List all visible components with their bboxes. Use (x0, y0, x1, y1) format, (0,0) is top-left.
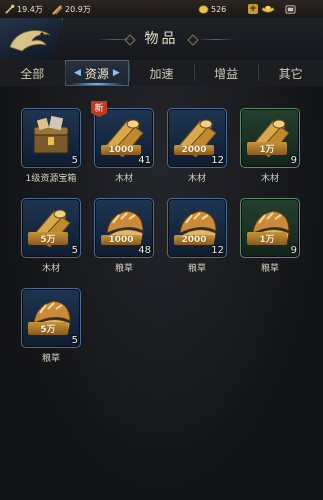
wood-value: 20.9万 (65, 4, 91, 14)
category-tabs: 全部 ◀ 资源 ▶ 加速 增益 其它 (0, 60, 323, 87)
item-name: 木材 (187, 174, 206, 184)
item-count: 41 (138, 155, 151, 166)
item-count: 12 (211, 155, 224, 166)
item-slot[interactable]: 1万 9 (240, 198, 300, 258)
item-name: 1级资源宝箱 (25, 174, 77, 184)
item-amount: 2000 (174, 235, 214, 245)
item-amount: 1000 (101, 235, 141, 245)
item-grid: 5 1级资源宝箱 新 1000 41 木材 2000 12 木材 1万 9 木材… (0, 86, 323, 500)
gold-resource: 526 (198, 3, 226, 15)
page-title: 物品 (144, 31, 179, 47)
add-gold-button[interactable]: + (248, 4, 258, 14)
item-count: 12 (211, 245, 224, 256)
settings-icon (285, 4, 296, 14)
item-count: 9 (290, 245, 297, 256)
item-amount: 1000 (101, 145, 141, 155)
food-icon (5, 4, 15, 14)
item-name: 木材 (41, 264, 60, 274)
item-slot[interactable]: 2000 12 (167, 198, 227, 258)
item-grain-1000[interactable]: 1000 48 粮草 (93, 198, 155, 274)
tab-other[interactable]: 其它 (258, 60, 323, 86)
tab-boost[interactable]: 增益 (193, 60, 259, 86)
menu-button[interactable] (285, 3, 296, 15)
item-wood-1000[interactable]: 新 1000 41 木材 (91, 101, 155, 184)
gold-coin-icon (198, 4, 209, 14)
gold-value: 526 (211, 4, 227, 14)
recharge-group[interactable]: + (248, 3, 276, 15)
grain-icon (252, 210, 290, 246)
wood-resource: 20.9万 (52, 3, 91, 15)
tab-all[interactable]: 全部 (0, 60, 65, 86)
item-slot[interactable]: 5万 5 (21, 198, 81, 258)
item-slot[interactable]: 2000 12 (167, 108, 227, 168)
tab-resources[interactable]: ◀ 资源 ▶ (64, 60, 130, 86)
item-slot[interactable]: 1万 9 (240, 108, 300, 168)
chevron-left-icon: ◀ (73, 68, 81, 78)
item-amount: 1万 (247, 232, 287, 245)
item-resource-chest[interactable]: 5 1级资源宝箱 (20, 108, 82, 184)
item-wood-2000[interactable]: 2000 12 木材 (166, 108, 228, 184)
item-name: 粮草 (187, 264, 206, 274)
item-name: 粮草 (41, 354, 60, 364)
item-grain-10k[interactable]: 1万 9 粮草 (239, 198, 301, 274)
item-count: 5 (71, 155, 78, 166)
item-amount: 5万 (28, 322, 68, 335)
item-wood-50k[interactable]: 5万 5 木材 (20, 198, 82, 274)
item-amount: 5万 (28, 232, 68, 245)
grain-icon (33, 300, 71, 336)
item-count: 5 (71, 245, 78, 256)
item-amount: 2000 (174, 145, 214, 155)
item-grain-2000[interactable]: 2000 12 粮草 (166, 198, 228, 274)
item-count: 5 (71, 335, 78, 346)
item-slot[interactable]: 1000 48 (94, 198, 154, 258)
gold-ingot-icon (261, 5, 275, 13)
wood-icon (250, 119, 290, 158)
item-count: 9 (290, 155, 297, 166)
wood-icon (31, 209, 71, 248)
food-value: 19.4万 (17, 4, 43, 14)
item-slot[interactable]: 5万 5 (21, 288, 81, 348)
title-ornament-right (196, 39, 236, 40)
chevron-right-icon: ▶ (112, 68, 120, 78)
item-slot[interactable]: 5 (21, 108, 81, 168)
item-count: 48 (138, 245, 151, 256)
item-name: 粮草 (260, 264, 279, 274)
header: 物品 (0, 18, 323, 60)
resource-bar: 19.4万 20.9万 526 + (0, 0, 323, 19)
item-wood-10k[interactable]: 1万 9 木材 (239, 108, 301, 184)
item-name: 木材 (260, 174, 279, 184)
resource-chest-icon (33, 115, 69, 154)
item-name: 粮草 (114, 264, 133, 274)
tab-speedup[interactable]: 加速 (129, 60, 194, 86)
item-name: 木材 (114, 174, 133, 184)
item-grain-50k[interactable]: 5万 5 粮草 (20, 288, 82, 364)
food-resource: 19.4万 (4, 3, 43, 15)
wood-icon (52, 4, 63, 15)
item-amount: 1万 (247, 142, 287, 155)
item-slot[interactable]: 1000 41 (94, 108, 154, 168)
